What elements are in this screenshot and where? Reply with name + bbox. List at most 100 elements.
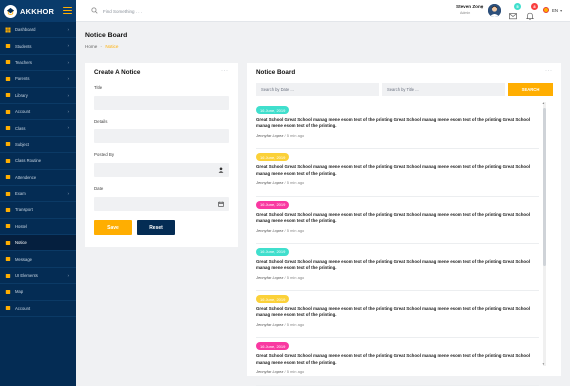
transport-icon bbox=[5, 207, 11, 213]
sidebar-item-label: Library bbox=[15, 92, 28, 98]
notice-author[interactable]: Jennyfar Lopez bbox=[256, 133, 283, 138]
hamburger-icon-line bbox=[63, 12, 72, 14]
scroll-up-icon[interactable]: ▴ bbox=[543, 101, 545, 105]
notice-meta: Jennyfar Lopez / 5 min ago bbox=[256, 180, 304, 185]
sidebar-item-label: Notice bbox=[15, 240, 27, 246]
ui-elements-icon bbox=[5, 273, 11, 279]
scroll-thumb[interactable] bbox=[543, 108, 546, 266]
notice-time: 5 min ago bbox=[286, 227, 305, 233]
sidebar-item-account[interactable]: Account › bbox=[0, 104, 76, 121]
search-input[interactable] bbox=[103, 6, 223, 16]
notice-author[interactable]: Jennyfar Lopez bbox=[256, 228, 283, 233]
envelope-icon bbox=[509, 13, 517, 20]
sidebar-item-message[interactable]: Message bbox=[0, 251, 76, 268]
scrollbar[interactable]: ▴ ▾ bbox=[543, 101, 546, 366]
sidebar-item-hostel[interactable]: Hostel bbox=[0, 219, 76, 236]
sidebar-item-label: Class bbox=[15, 125, 26, 131]
sidebar-item-account[interactable]: Account bbox=[0, 301, 76, 318]
notice-text: Great School Great School manag mene eso… bbox=[256, 164, 530, 176]
chevron-right-icon: › bbox=[67, 43, 70, 49]
sidebar-item-library[interactable]: Library › bbox=[0, 88, 76, 104]
search-by-date-input[interactable]: Search by Date ... bbox=[256, 83, 379, 96]
avatar[interactable] bbox=[488, 4, 501, 17]
sidebar-item-label: Transport bbox=[15, 207, 33, 213]
calendar-icon[interactable] bbox=[218, 201, 224, 207]
notice-author[interactable]: Jennyfar Lopez bbox=[256, 275, 283, 280]
notice-item[interactable]: 16 June, 2019 Great School Great School m… bbox=[256, 291, 539, 339]
user-name[interactable]: Steven Zone bbox=[456, 4, 483, 9]
date-input[interactable] bbox=[94, 197, 229, 211]
sidebar-item-subject[interactable]: Subject bbox=[0, 137, 76, 154]
chevron-right-icon: › bbox=[67, 76, 70, 82]
sidebar-item-class[interactable]: Class › bbox=[0, 120, 76, 137]
account-settings-icon bbox=[5, 305, 11, 311]
sidebar-item-students[interactable]: Students › bbox=[0, 38, 76, 55]
chevron-down-icon[interactable]: ▾ bbox=[481, 5, 483, 10]
parents-icon bbox=[5, 76, 11, 82]
notice-author[interactable]: Jennyfar Lopez bbox=[256, 322, 283, 327]
menu-toggle-button[interactable] bbox=[63, 6, 72, 15]
chevron-right-icon: › bbox=[67, 92, 70, 98]
notice-item[interactable]: 16 June, 2019 Great School Great School m… bbox=[256, 197, 539, 244]
sidebar-item-label: UI Elements bbox=[15, 273, 38, 279]
save-button[interactable]: Save bbox=[94, 220, 132, 235]
sidebar-item-label: Hostel bbox=[15, 223, 27, 229]
sidebar-item-label: Account bbox=[15, 109, 31, 115]
notice-text: Great School Great School manag mene eso… bbox=[256, 258, 530, 271]
notice-time: 5 min ago bbox=[286, 133, 305, 138]
brand-name: AKKHOR bbox=[20, 6, 55, 16]
messages-button[interactable]: 5 bbox=[509, 3, 521, 20]
sidebar-item-map[interactable]: Map bbox=[0, 284, 76, 301]
notice-date-badge: 16 June, 2019 bbox=[256, 247, 290, 256]
language-select[interactable]: EN ▾ bbox=[543, 7, 562, 13]
scroll-down-icon[interactable]: ▾ bbox=[543, 362, 545, 366]
notice-item[interactable]: 16 June, 2019 Great School Great School m… bbox=[256, 338, 539, 386]
breadcrumb-current: Notice bbox=[105, 44, 119, 49]
attendance-icon bbox=[5, 174, 11, 180]
sidebar-item-dashboard[interactable]: Dashboard › bbox=[0, 22, 76, 39]
class-icon bbox=[5, 125, 11, 131]
notice-date-badge: 16 June, 2019 bbox=[256, 200, 290, 209]
user-role: Admin bbox=[460, 10, 471, 15]
search-icon[interactable] bbox=[91, 7, 98, 14]
page-title: Notice Board bbox=[85, 32, 128, 39]
notifications-button[interactable]: 8 bbox=[525, 3, 538, 20]
breadcrumb-home[interactable]: Home bbox=[85, 44, 97, 49]
sidebar-item-teachers[interactable]: Teachers › bbox=[0, 55, 76, 72]
sidebar-item-attendence[interactable]: Attendence bbox=[0, 170, 76, 186]
notice-author[interactable]: Jennyfar Lopez bbox=[256, 180, 283, 185]
notice-item[interactable]: 16 June, 2019 Great School Great School m… bbox=[256, 244, 539, 292]
card-title: Notice Board bbox=[256, 69, 296, 76]
sidebar-item-ui-elements[interactable]: UI Elements › bbox=[0, 268, 76, 285]
notice-text: Great School Great School manag mene eso… bbox=[256, 117, 530, 129]
exam-icon bbox=[5, 191, 11, 197]
sidebar-item-class-routine[interactable]: Class Routine bbox=[0, 153, 76, 170]
title-input[interactable] bbox=[94, 96, 229, 110]
map-icon bbox=[5, 289, 11, 295]
language-label: EN bbox=[552, 7, 559, 13]
sidebar-item-notice[interactable]: Notice bbox=[0, 235, 76, 252]
more-options-icon[interactable]: ··· bbox=[221, 68, 229, 74]
posted-by-input[interactable] bbox=[94, 163, 229, 177]
sidebar-item-label: Parents bbox=[15, 76, 30, 82]
students-icon bbox=[5, 43, 11, 49]
more-options-icon[interactable]: ··· bbox=[545, 68, 553, 74]
details-input[interactable] bbox=[94, 129, 229, 143]
chevron-right-icon: › bbox=[67, 27, 70, 32]
sidebar-item-exam[interactable]: Exam › bbox=[0, 186, 76, 203]
notice-item[interactable]: 16 June, 2019 Great School Great School m… bbox=[256, 102, 539, 150]
message-icon bbox=[5, 256, 11, 262]
notice-text: Great School Great School manag mene eso… bbox=[256, 211, 530, 223]
flag-icon bbox=[543, 7, 549, 13]
notice-author[interactable]: Jennyfar Lopez bbox=[256, 369, 283, 374]
sidebar-item-transport[interactable]: Transport bbox=[0, 202, 76, 219]
search-by-title-input[interactable]: Search by Title ... bbox=[382, 83, 505, 96]
logo-icon bbox=[4, 4, 17, 18]
date-label: Date bbox=[94, 186, 104, 191]
notice-meta: Jennyfar Lopez / 5 min ago bbox=[256, 369, 304, 374]
notice-item[interactable]: 16 June, 2019 Great School Great School m… bbox=[256, 149, 539, 197]
reset-button[interactable]: Reset bbox=[137, 220, 175, 235]
search-button[interactable]: SEARCH bbox=[508, 83, 553, 96]
bell-icon bbox=[525, 12, 535, 20]
sidebar-item-parents[interactable]: Parents › bbox=[0, 71, 76, 88]
